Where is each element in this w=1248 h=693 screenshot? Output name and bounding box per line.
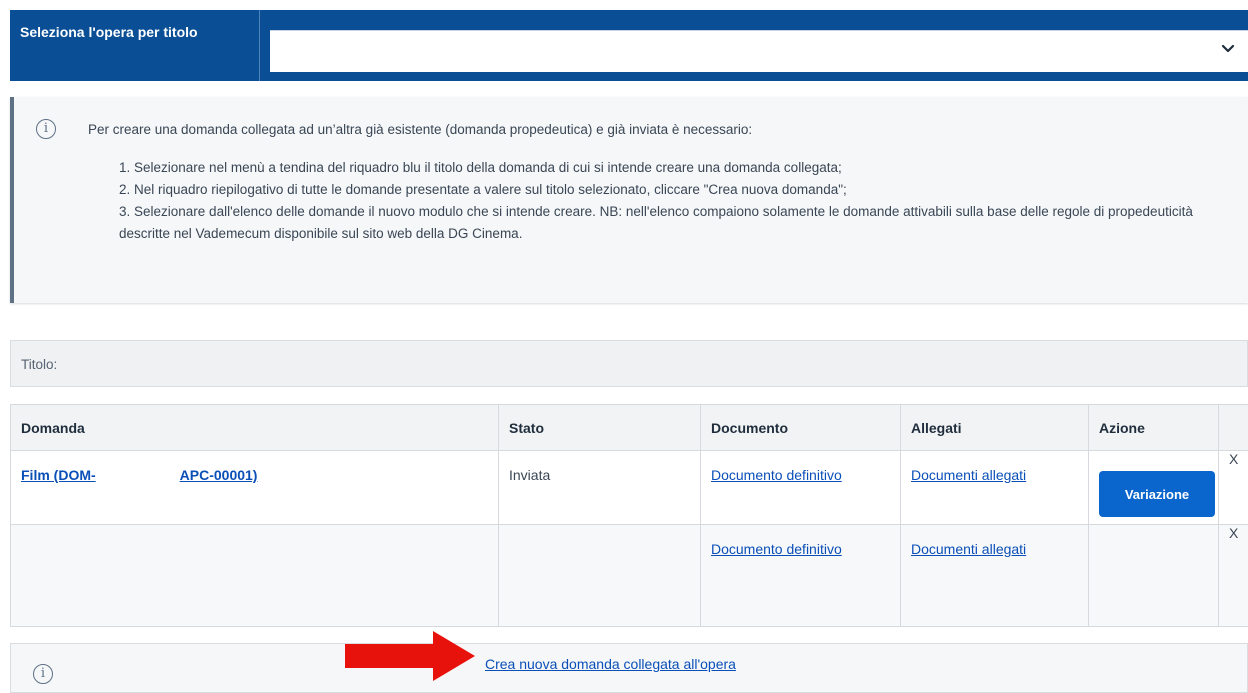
documenti-allegati-link[interactable]: Documenti allegati xyxy=(911,467,1026,483)
extra-cell: X xyxy=(1219,525,1248,627)
documento-cell: Documento definitivo xyxy=(701,451,901,525)
stato-cell xyxy=(499,525,701,627)
column-header-documento: Documento xyxy=(701,405,901,451)
table-row: Film (DOM- APC-00001) Inviata Documento d… xyxy=(11,451,1248,525)
instruction-step: 1. Selezionare nel menù a tendina del ri… xyxy=(119,157,1229,179)
instructions-intro: Per creare una domanda collegata ad un’a… xyxy=(88,122,752,137)
domanda-cell xyxy=(11,525,499,627)
red-arrow-icon xyxy=(345,631,475,681)
allegati-cell: Documenti allegati xyxy=(901,451,1089,525)
title-label: Titolo: xyxy=(21,357,57,372)
domanda-link-code: APC-00001) xyxy=(180,467,258,483)
domanda-cell: Film (DOM- APC-00001) xyxy=(11,451,499,525)
domanda-link-prefix: Film (DOM- xyxy=(21,467,96,483)
opera-selector-bar: Seleziona l'opera per titolo xyxy=(10,10,1248,81)
azione-cell xyxy=(1089,525,1219,627)
documento-cell: Documento definitivo xyxy=(701,525,901,627)
instructions-list: 1. Selezionare nel menù a tendina del ri… xyxy=(119,157,1229,245)
allegati-cell: Documenti allegati xyxy=(901,525,1089,627)
create-linked-domanda-link[interactable]: Crea nuova domanda collegata all'opera xyxy=(485,656,736,672)
table-row: Documento definitivo Documenti allegati … xyxy=(11,525,1248,627)
title-bar: Titolo: xyxy=(10,340,1248,387)
variazione-button[interactable]: Variazione xyxy=(1099,471,1215,517)
table-header-row: Domanda Stato Documento Allegati Azione xyxy=(11,405,1248,451)
instruction-step: 3. Selezionare dall'elenco delle domande… xyxy=(119,201,1229,245)
extra-cell: X xyxy=(1219,451,1248,525)
domande-table: Domanda Stato Documento Allegati Azione … xyxy=(10,404,1248,627)
azione-cell: Variazione xyxy=(1089,451,1219,525)
domanda-link[interactable]: Film (DOM- APC-00001) xyxy=(21,467,488,483)
chevron-down-icon xyxy=(1218,39,1238,59)
column-header-azione: Azione xyxy=(1089,405,1219,451)
info-icon: i xyxy=(36,119,56,139)
info-icon: i xyxy=(33,664,53,684)
selector-divider xyxy=(259,10,260,81)
column-header-stato: Stato xyxy=(499,405,701,451)
instruction-step: 2. Nel riquadro riepilogativo di tutte l… xyxy=(119,179,1229,201)
instructions-box: i Per creare una domanda collegata ad un… xyxy=(10,97,1248,303)
documento-definitivo-link[interactable]: Documento definitivo xyxy=(711,467,842,483)
column-header-allegati: Allegati xyxy=(901,405,1089,451)
documento-definitivo-link[interactable]: Documento definitivo xyxy=(711,541,842,557)
column-header-extra xyxy=(1219,405,1248,451)
selector-label: Seleziona l'opera per titolo xyxy=(20,24,198,40)
opera-title-select[interactable] xyxy=(270,30,1248,72)
column-header-domanda: Domanda xyxy=(11,405,499,451)
stato-cell: Inviata xyxy=(499,451,701,525)
documenti-allegati-link[interactable]: Documenti allegati xyxy=(911,541,1026,557)
